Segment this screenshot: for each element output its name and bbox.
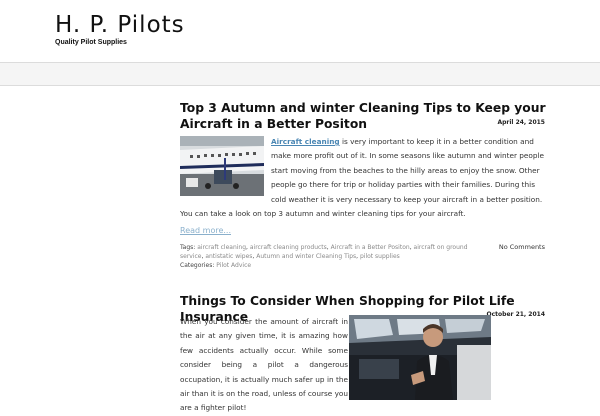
tag-link[interactable]: aircraft cleaning products <box>250 244 327 251</box>
post-title-link[interactable]: Top 3 Autumn and winter Cleaning Tips to… <box>180 101 546 131</box>
pilot-cockpit-image[interactable] <box>349 315 491 400</box>
site-header: H. P. Pilots Quality Pilot Supplies <box>0 0 600 58</box>
tag-link[interactable]: aircraft cleaning <box>197 244 246 251</box>
aircraft-cleaning-link[interactable]: Aircraft cleaning <box>271 137 340 146</box>
read-more-link[interactable]: Read more... <box>180 226 231 235</box>
post-tags: Tags: aircraft cleaning, aircraft cleani… <box>180 244 468 260</box>
comments-link[interactable]: No Comments <box>499 243 545 251</box>
post-meta: Tags: aircraft cleaning, aircraft cleani… <box>180 243 490 270</box>
post-1: Top 3 Autumn and winter Cleaning Tips to… <box>180 100 546 269</box>
excerpt-text: When you consider the amount of aircraft… <box>180 317 348 413</box>
image-spacer <box>180 135 271 197</box>
tag-link[interactable]: Aircraft in a Better Positon <box>331 244 410 251</box>
post-excerpt: When you consider the amount of aircraft… <box>180 315 348 416</box>
site-title[interactable]: H. P. Pilots <box>55 12 185 38</box>
category-link[interactable]: Pilot Advice <box>216 262 251 269</box>
site-tagline: Quality Pilot Supplies <box>55 39 127 46</box>
post-excerpt: Aircraft cleaning is very important to k… <box>180 135 546 221</box>
tag-link[interactable]: Autumn and winter Cleaning Tips <box>256 253 356 260</box>
tag-link[interactable]: pilot supplies <box>360 253 400 260</box>
tags-label: Tags: <box>180 244 196 251</box>
post-title: Top 3 Autumn and winter Cleaning Tips to… <box>180 100 546 132</box>
tag-link[interactable]: antistatic wipes <box>205 253 252 260</box>
post-2: Things To Consider When Shopping for Pil… <box>180 293 546 412</box>
post-date: October 21, 2014 <box>486 311 545 318</box>
post-date: April 24, 2015 <box>497 119 545 126</box>
navigation-bar <box>0 62 600 86</box>
post-categories: Categories: Pilot Advice <box>180 261 490 270</box>
categories-label: Categories: <box>180 262 215 269</box>
